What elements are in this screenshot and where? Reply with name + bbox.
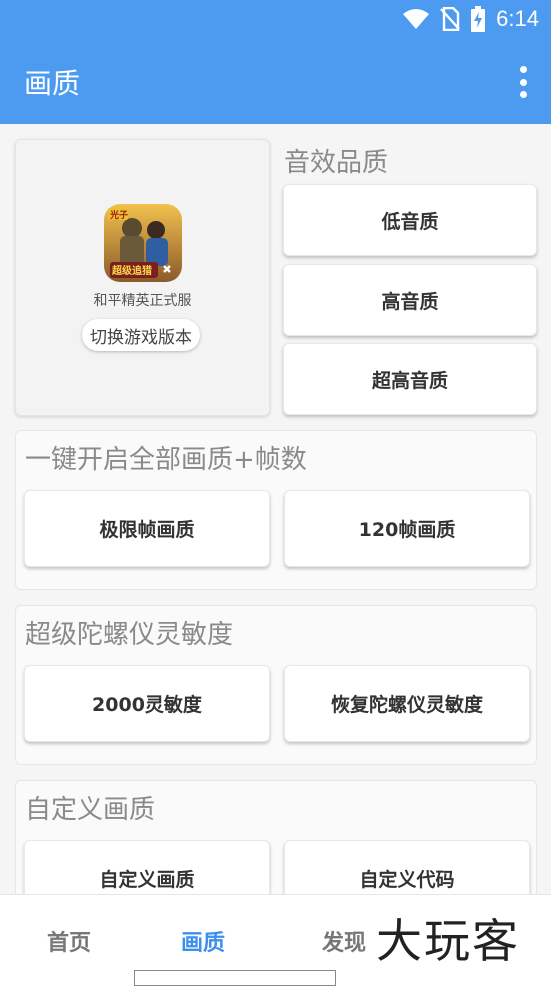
- game-icon[interactable]: 光子 超级追猎: [104, 204, 182, 282]
- game-icon-caption: 超级追猎: [111, 264, 152, 277]
- oneclick-section-title: 一键开启全部画质+帧数: [25, 445, 307, 475]
- status-time: 6:14: [496, 6, 539, 31]
- sensitivity-2000-button[interactable]: 2000灵敏度: [24, 665, 270, 742]
- wifi-icon: [403, 9, 430, 29]
- gyro-section-title: 超级陀螺仪灵敏度: [25, 620, 234, 650]
- more-vert-icon[interactable]: [517, 66, 529, 98]
- tooltip-fragment: [134, 970, 336, 986]
- game-icon-badge: 光子: [109, 209, 128, 221]
- content-area: 光子 超级追猎 和平精英正式服 切换游戏版本 音效品质 低音质 高音质 超高音质…: [0, 124, 551, 894]
- nav-home[interactable]: 首页: [47, 925, 91, 957]
- ultra-audio-button[interactable]: 超高音质: [283, 343, 537, 415]
- nav-discover[interactable]: 发现: [322, 925, 366, 957]
- custom-quality-button[interactable]: 自定义画质: [24, 840, 270, 894]
- custom-section: 自定义画质 自定义画质 自定义代码: [15, 780, 537, 894]
- watermark-logo: 大玩客: [376, 914, 520, 968]
- battery-charging-icon: [471, 6, 486, 32]
- no-sim-icon: [440, 7, 461, 31]
- gyro-section: 超级陀螺仪灵敏度 2000灵敏度 恢复陀螺仪灵敏度: [15, 605, 537, 765]
- app-bar: 画质: [0, 40, 551, 124]
- audio-section-title: 音效品质: [284, 148, 389, 178]
- game-name: 和平精英正式服: [93, 293, 192, 309]
- custom-section-title: 自定义画质: [25, 795, 156, 825]
- reset-gyro-button[interactable]: 恢复陀螺仪灵敏度: [284, 665, 530, 742]
- frame-120-button[interactable]: 120帧画质: [284, 490, 530, 567]
- switch-version-button[interactable]: 切换游戏版本: [82, 319, 200, 351]
- status-icons: 6:14: [402, 6, 539, 32]
- status-bar: 6:14: [0, 0, 551, 40]
- page-title: 画质: [24, 67, 81, 100]
- game-card: 光子 超级追猎 和平精英正式服 切换游戏版本: [15, 139, 270, 416]
- custom-code-button[interactable]: 自定义代码: [284, 840, 530, 894]
- nav-quality[interactable]: 画质: [181, 925, 225, 957]
- high-audio-button[interactable]: 高音质: [283, 264, 537, 336]
- low-audio-button[interactable]: 低音质: [283, 184, 537, 256]
- extreme-frame-button[interactable]: 极限帧画质: [24, 490, 270, 567]
- oneclick-section: 一键开启全部画质+帧数 极限帧画质 120帧画质: [15, 430, 537, 590]
